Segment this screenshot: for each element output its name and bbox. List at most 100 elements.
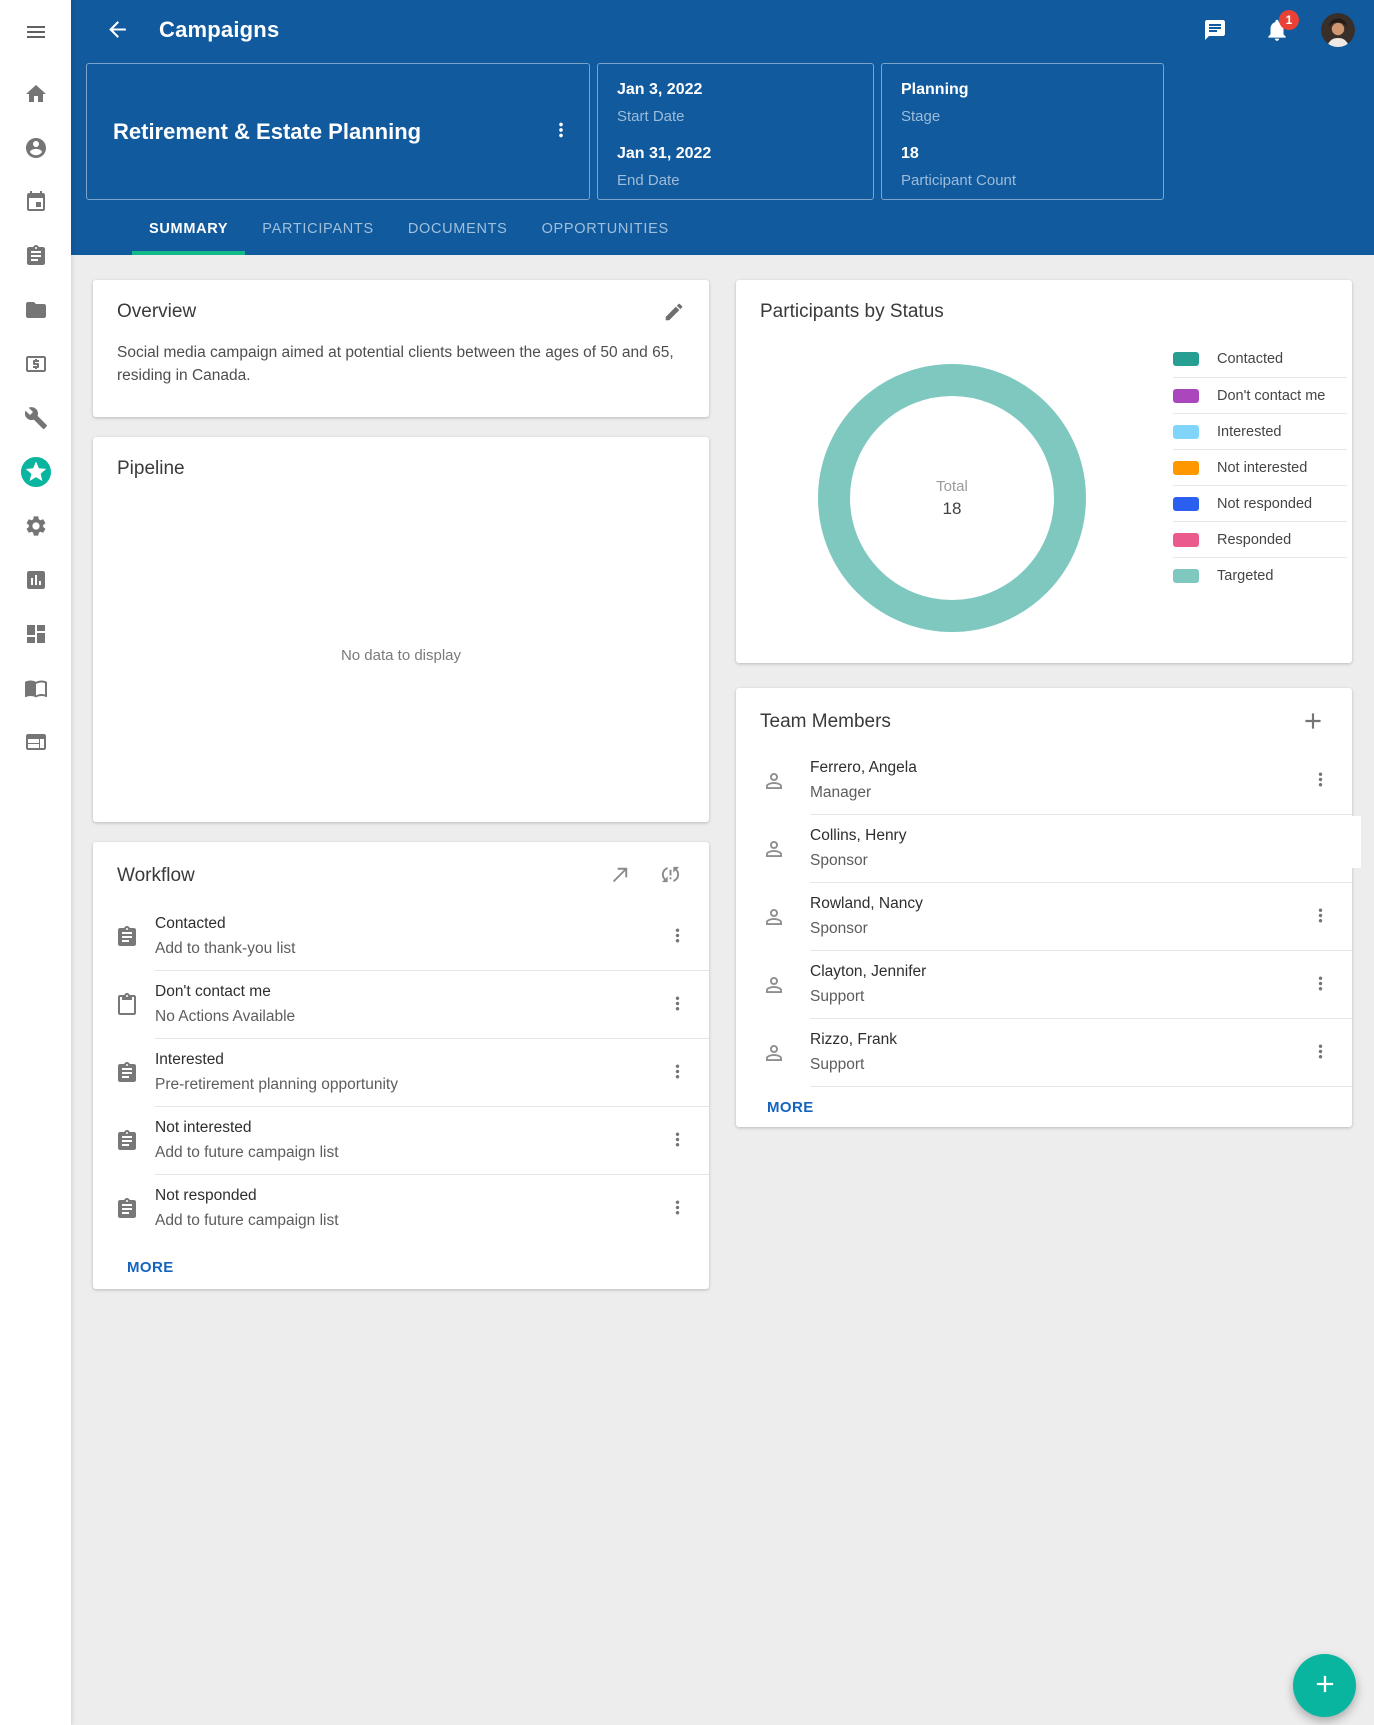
sidebar-item-billing[interactable] xyxy=(9,338,63,392)
add-team-member-button[interactable] xyxy=(1298,709,1328,735)
layout-panel-icon xyxy=(24,730,48,757)
workflow-item-menu-button[interactable] xyxy=(659,1055,695,1091)
member-name: Collins, Henry xyxy=(810,827,1302,845)
workflow-item-title: Interested xyxy=(155,1051,659,1069)
member-name: Rizzo, Frank xyxy=(810,1031,1302,1049)
tab-participants[interactable]: PARTICIPANTS xyxy=(245,206,391,255)
legend-item-contacted: Contacted xyxy=(1173,341,1347,377)
workflow-open-button[interactable] xyxy=(605,863,635,889)
legend-swatch xyxy=(1173,461,1199,475)
back-button[interactable] xyxy=(104,17,130,43)
legend-item-responded: Responded xyxy=(1173,521,1347,557)
clipboard-outline-icon xyxy=(115,993,155,1017)
open-book-icon xyxy=(24,676,48,703)
legend-item-dont-contact: Don't contact me xyxy=(1173,377,1347,413)
edit-overview-button[interactable] xyxy=(659,298,689,328)
member-menu-button[interactable] xyxy=(1302,1035,1338,1071)
kebab-menu-icon xyxy=(667,925,688,949)
add-fab-button[interactable] xyxy=(1293,1654,1356,1717)
home-icon xyxy=(24,82,48,109)
chat-icon xyxy=(1203,30,1227,45)
pencil-icon xyxy=(663,311,685,326)
campaign-stage-card: Planning Stage 18 Participant Count xyxy=(881,63,1164,200)
member-role: Sponsor xyxy=(810,920,1302,938)
calendar-icon xyxy=(24,190,48,217)
sidebar-item-home[interactable] xyxy=(9,68,63,122)
sidebar-item-panels[interactable] xyxy=(9,716,63,770)
workflow-item-title: Contacted xyxy=(155,915,659,933)
workflow-item-menu-button[interactable] xyxy=(659,987,695,1023)
stage-group: Planning Stage xyxy=(901,81,1163,125)
donut-total-caption: Total xyxy=(936,478,968,495)
workflow-sync-button[interactable] xyxy=(655,863,685,889)
workflow-item-dont-contact: Don't contact me No Actions Available xyxy=(93,971,709,1038)
stage-label: Stage xyxy=(901,108,1163,125)
sidebar-item-knowledge-base[interactable] xyxy=(9,662,63,716)
sidebar-item-tasks[interactable] xyxy=(9,230,63,284)
workflow-item-menu-button[interactable] xyxy=(659,1191,695,1227)
kebab-menu-icon xyxy=(667,993,688,1017)
chart-legend: Contacted Don't contact me Interested No… xyxy=(1173,341,1347,593)
end-date-value: Jan 31, 2022 xyxy=(617,145,873,163)
person-outline-icon xyxy=(762,905,810,929)
campaigns-page: Campaigns 1 xyxy=(0,0,1374,1725)
overlay-artifact xyxy=(1275,816,1361,868)
workflow-more-button[interactable]: MORE xyxy=(127,1255,174,1280)
workflow-item-subtitle: Add to future campaign list xyxy=(155,1144,659,1162)
start-date-group: Jan 3, 2022 Start Date xyxy=(617,81,873,125)
workflow-item-not-interested: Not interested Add to future campaign li… xyxy=(93,1107,709,1174)
plus-icon xyxy=(1311,1670,1339,1701)
workflow-item-interested: Interested Pre-retirement planning oppor… xyxy=(93,1039,709,1106)
clipboard-filled-icon xyxy=(115,925,155,949)
arrow-back-icon xyxy=(105,30,130,45)
sidebar-item-contacts[interactable] xyxy=(9,122,63,176)
member-menu-button[interactable] xyxy=(1302,763,1338,799)
team-members-card: Team Members Ferrero, Angela Manager xyxy=(736,688,1352,1127)
campaign-name-card: Retirement & Estate Planning xyxy=(86,63,590,200)
kebab-menu-icon xyxy=(1310,905,1331,929)
workflow-title: Workflow xyxy=(117,865,605,887)
workflow-item-menu-button[interactable] xyxy=(659,1123,695,1159)
tab-opportunities[interactable]: OPPORTUNITIES xyxy=(525,206,686,255)
sidebar-item-reports[interactable] xyxy=(9,554,63,608)
sidebar-item-campaigns-active[interactable] xyxy=(9,446,63,500)
dollar-bill-icon xyxy=(24,352,48,379)
chat-button[interactable] xyxy=(1203,18,1227,42)
workflow-item-subtitle: Pre-retirement planning opportunity xyxy=(155,1076,659,1094)
sidebar-item-tools[interactable] xyxy=(9,392,63,446)
donut-chart: Total 18 xyxy=(817,363,1087,633)
member-menu-button[interactable] xyxy=(1302,967,1338,1003)
donut-total-value: 18 xyxy=(943,499,962,519)
legend-swatch xyxy=(1173,533,1199,547)
content-area: Overview Social media campaign aimed at … xyxy=(71,255,1374,1725)
person-outline-icon xyxy=(762,973,810,997)
person-circle-icon xyxy=(24,136,48,163)
main-area: Campaigns 1 xyxy=(71,0,1374,1725)
kebab-menu-icon xyxy=(667,1061,688,1085)
tab-documents[interactable]: DOCUMENTS xyxy=(391,206,525,255)
clipboard-filled-icon xyxy=(115,1129,155,1153)
start-date-value: Jan 3, 2022 xyxy=(617,81,873,99)
member-role: Sponsor xyxy=(810,852,1302,870)
person-outline-icon xyxy=(762,1041,810,1065)
user-avatar[interactable] xyxy=(1321,13,1355,47)
clipboard-icon xyxy=(24,244,48,271)
legend-swatch xyxy=(1173,389,1199,403)
workflow-item-title: Not interested xyxy=(155,1119,659,1137)
sidebar-item-calendar[interactable] xyxy=(9,176,63,230)
team-members-header: Team Members xyxy=(736,688,1352,735)
workflow-card: Workflow Contacted Add to thank-you list xyxy=(93,842,709,1289)
team-member-row: Collins, Henry Sponsor xyxy=(736,815,1352,882)
sidebar-item-settings[interactable] xyxy=(9,500,63,554)
workflow-item-menu-button[interactable] xyxy=(659,919,695,955)
campaign-menu-button[interactable] xyxy=(543,114,579,150)
member-menu-button[interactable] xyxy=(1302,899,1338,935)
dashboard-icon xyxy=(24,622,48,649)
sidebar-item-dashboard[interactable] xyxy=(9,608,63,662)
pipeline-empty-message: No data to display xyxy=(93,647,709,664)
menu-button[interactable] xyxy=(9,6,63,60)
donut-center-label: Total 18 xyxy=(817,363,1087,633)
team-more-button[interactable]: MORE xyxy=(767,1095,814,1120)
sidebar-item-documents[interactable] xyxy=(9,284,63,338)
tab-summary[interactable]: SUMMARY xyxy=(132,206,245,255)
